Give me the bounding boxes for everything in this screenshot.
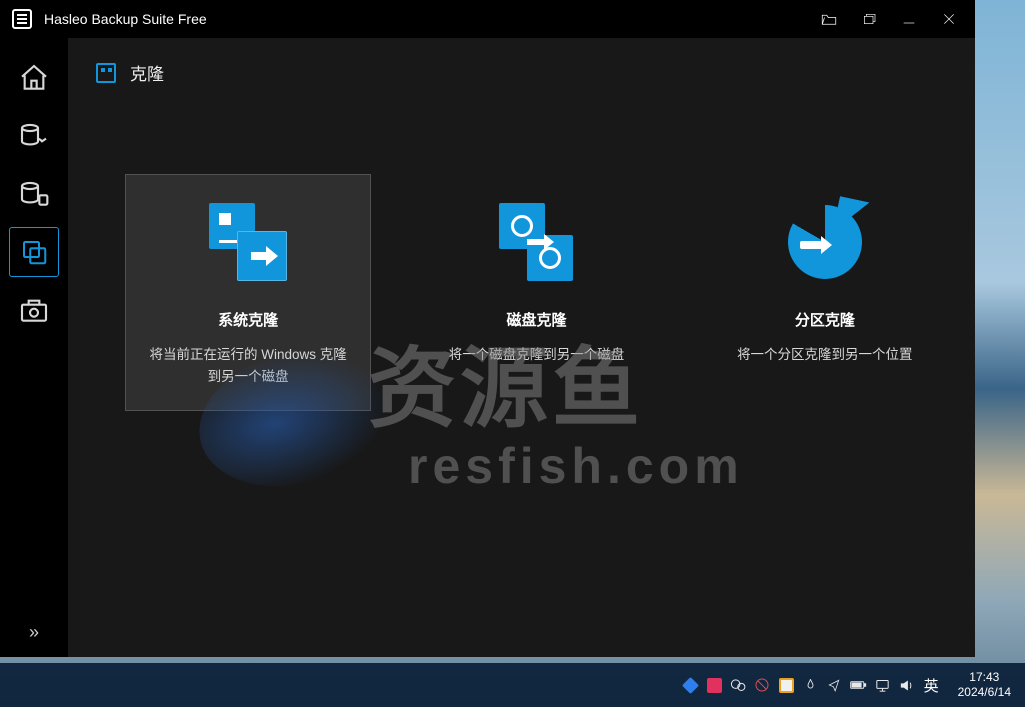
- tray-ime[interactable]: 英: [922, 675, 941, 696]
- page-title: 克隆: [130, 60, 164, 85]
- card-title: 系统克隆: [218, 309, 278, 330]
- disk-clone-icon: [493, 199, 579, 285]
- nav-backup[interactable]: [10, 112, 58, 160]
- tray-network-icon[interactable]: [874, 677, 891, 694]
- partition-clone-icon: [782, 199, 868, 285]
- tray-volume-icon[interactable]: [898, 677, 915, 694]
- restore-down-icon[interactable]: [855, 5, 883, 33]
- nav-home[interactable]: [10, 54, 58, 102]
- nav-tools[interactable]: [10, 286, 58, 334]
- tray-app-red-icon[interactable]: [706, 677, 723, 694]
- card-disk-clone[interactable]: 磁盘克隆 将一个磁盘克隆到另一个磁盘: [414, 175, 658, 410]
- tray-clock[interactable]: 17:43 2024/6/14: [948, 670, 1021, 700]
- desktop: Hasleo Backup Suite Free: [0, 0, 1025, 707]
- app-title: Hasleo Backup Suite Free: [44, 11, 207, 27]
- system-clone-icon: [205, 199, 291, 285]
- tray-app-orange-icon[interactable]: [778, 677, 795, 694]
- taskbar[interactable]: 英 17:43 2024/6/14: [0, 663, 1025, 707]
- close-icon[interactable]: [935, 5, 963, 33]
- tray-blocked-icon[interactable]: [754, 677, 771, 694]
- grid-icon: [96, 63, 116, 83]
- minimize-icon[interactable]: [895, 5, 923, 33]
- sidebar: »: [0, 38, 68, 657]
- card-title: 分区克隆: [795, 309, 855, 330]
- card-system-clone[interactable]: 系统克隆 将当前正在运行的 Windows 克隆到另一个磁盘: [126, 175, 370, 410]
- nav-clone[interactable]: [10, 228, 58, 276]
- card-title: 磁盘克隆: [506, 309, 566, 330]
- tray-app-pointer-icon[interactable]: [826, 677, 843, 694]
- titlebar[interactable]: Hasleo Backup Suite Free: [0, 0, 975, 38]
- tray-time: 17:43: [958, 670, 1011, 685]
- page-header: 克隆: [96, 60, 947, 85]
- open-folder-icon[interactable]: [815, 5, 843, 33]
- main-panel: 克隆 系统克隆 将当前正在运行的 Windows 克隆到另一个磁盘: [68, 38, 975, 657]
- card-partition-clone[interactable]: 分区克隆 将一个分区克隆到另一个位置: [703, 175, 947, 410]
- system-tray: 英 17:43 2024/6/14: [682, 670, 1025, 700]
- expand-sidebar-icon[interactable]: »: [29, 622, 39, 643]
- tray-date: 2024/6/14: [958, 685, 1011, 700]
- card-desc: 将当前正在运行的 Windows 克隆到另一个磁盘: [138, 344, 358, 389]
- app-window: Hasleo Backup Suite Free: [0, 0, 975, 657]
- tray-app-blue-icon[interactable]: [682, 677, 699, 694]
- app-logo-icon: [12, 9, 32, 29]
- card-desc: 将一个磁盘克隆到另一个磁盘: [443, 344, 631, 366]
- nav-restore[interactable]: [10, 170, 58, 218]
- tray-battery-icon[interactable]: [850, 677, 867, 694]
- tray-firewall-icon[interactable]: [802, 677, 819, 694]
- card-desc: 将一个分区克隆到另一个位置: [731, 344, 919, 366]
- tray-wechat-icon[interactable]: [730, 677, 747, 694]
